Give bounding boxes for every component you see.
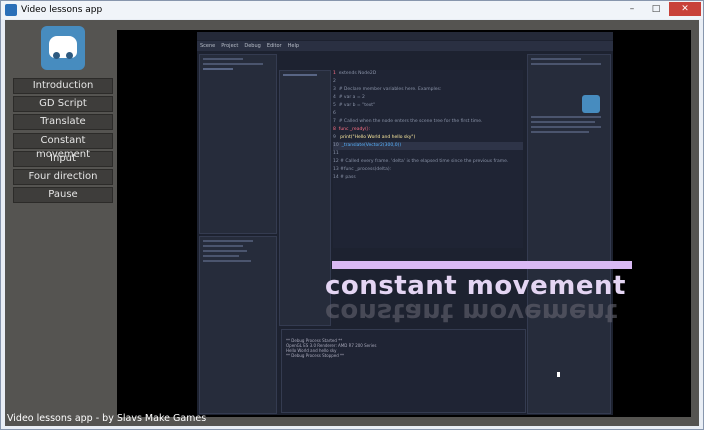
lesson-button-pause[interactable]: Pause (13, 187, 113, 204)
minimize-button[interactable]: – (621, 2, 643, 16)
editor-menu-bar: Scene Project Debug Editor Help (197, 41, 613, 51)
caption-highlight-band (332, 261, 632, 269)
video-frame-godot-editor: Scene Project Debug Editor Help 1 extend… (197, 32, 613, 415)
video-caption-reflection: constant movement (325, 297, 618, 327)
lesson-button-introduction[interactable]: Introduction (13, 78, 113, 94)
editor-menu-editor: Editor (266, 43, 282, 49)
scene-dock (199, 54, 277, 234)
godot-logo-icon (41, 26, 85, 70)
code-line: 7 # Called when the node enters the scen… (333, 119, 483, 124)
code-line: 4 # var a = 2 (333, 95, 365, 100)
code-line: 11 (333, 151, 341, 156)
code-line: 1 extends Node2D (333, 71, 377, 76)
footer-credit: Video lessons app - by Slavs Make Games (7, 413, 207, 424)
code-editor: 1 extends Node2D 2 3 # Declare member va… (333, 70, 523, 248)
code-line: 12 # Called every frame. 'delta' is the … (333, 159, 509, 164)
code-line: 5 # var b = "text" (333, 103, 376, 108)
inspector-dock (527, 54, 611, 414)
editor-title-strip (197, 32, 613, 40)
lesson-menu: Introduction GD Script Translate Constan… (13, 78, 113, 205)
lesson-button-input[interactable]: Input (13, 150, 113, 167)
filesystem-dock (199, 236, 277, 414)
title-bar[interactable]: Video lessons app – □ ✕ (1, 1, 703, 19)
app-icon (5, 4, 17, 16)
lesson-button-translate[interactable]: Translate (13, 114, 113, 131)
code-line: 14 # pass (333, 175, 356, 180)
editor-menu-debug: Debug (244, 43, 261, 49)
lesson-button-gd-script[interactable]: GD Script (13, 96, 113, 113)
editor-menu-help: Help (287, 43, 300, 49)
mouse-cursor-icon (557, 372, 560, 377)
inspector-texture-icon (582, 95, 600, 113)
app-window: Video lessons app – □ ✕ Introduction GD … (0, 0, 704, 430)
code-line: 13 #func _process(delta): (333, 167, 392, 172)
editor-menu-scene: Scene (200, 43, 216, 49)
window-title: Video lessons app (21, 5, 103, 15)
code-line-highlighted: 10 _translate(Vector2(300,0)) (333, 142, 523, 150)
code-line: 3 # Declare member variables here. Examp… (333, 87, 442, 92)
output-panel: ** Debug Process Started ** OpenGL ES 3.… (281, 329, 526, 413)
lesson-button-constant-movement[interactable]: Constant movement (13, 132, 113, 160)
code-line: 2 (333, 79, 339, 84)
editor-menu-project: Project (221, 43, 239, 49)
code-line: 6 (333, 111, 339, 116)
output-line: ** Debug Process Stopped ** (286, 353, 345, 358)
script-list-panel (279, 70, 331, 326)
code-line: 8 func _ready(): (333, 127, 371, 132)
maximize-button[interactable]: □ (645, 2, 667, 16)
lesson-button-four-direction[interactable]: Four direction (13, 168, 113, 185)
app-client-area: Introduction GD Script Translate Constan… (5, 20, 699, 426)
video-player[interactable]: Scene Project Debug Editor Help 1 extend… (117, 30, 691, 417)
close-button[interactable]: ✕ (669, 2, 701, 16)
code-line: 9 print("Hello World and hello sky") (333, 135, 416, 140)
